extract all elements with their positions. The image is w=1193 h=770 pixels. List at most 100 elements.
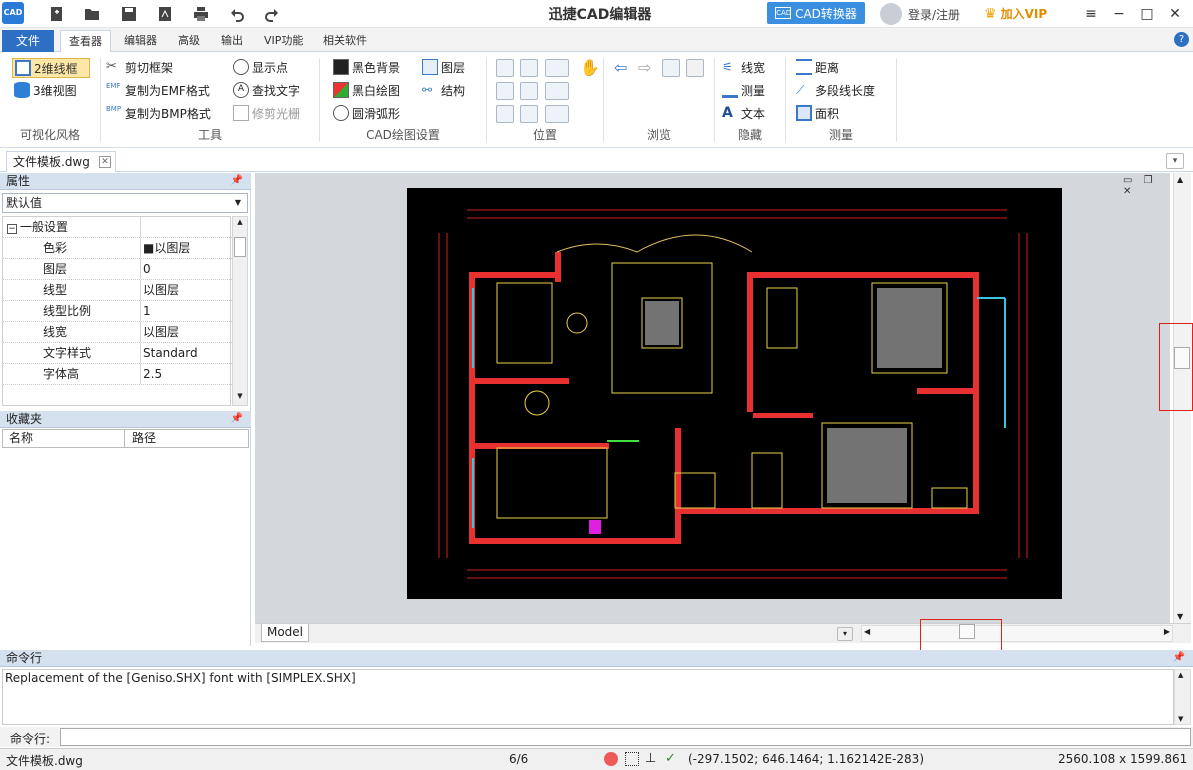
property-row[interactable]: 线型 以图层 bbox=[3, 280, 232, 301]
layers-button[interactable]: 图层 bbox=[422, 57, 465, 77]
tab-advanced[interactable]: 高级 bbox=[170, 30, 208, 52]
distance-button[interactable]: 距离 bbox=[796, 57, 839, 77]
minimize-icon[interactable]: − bbox=[1108, 3, 1130, 25]
property-value[interactable]: 2.5 bbox=[140, 364, 232, 384]
tab-output[interactable]: 输出 bbox=[213, 30, 251, 52]
copy-bmp-button[interactable]: BMP 复制为BMP格式 bbox=[106, 103, 211, 123]
chevron-down-icon[interactable]: ▾ bbox=[1166, 153, 1184, 169]
mdi-window-controls[interactable]: ▭ ❐ ✕ bbox=[1123, 175, 1170, 197]
property-value[interactable]: Standard bbox=[140, 343, 232, 363]
menu-icon[interactable]: ≡ bbox=[1080, 3, 1102, 25]
grid-icon[interactable] bbox=[625, 752, 639, 766]
pin-icon[interactable]: 📌 bbox=[1173, 650, 1185, 666]
property-row[interactable]: 字体高 2.5 bbox=[3, 364, 232, 385]
property-value[interactable]: 以图层 bbox=[140, 322, 232, 342]
zoom-window-icon[interactable] bbox=[496, 59, 514, 77]
undo-icon[interactable] bbox=[227, 4, 247, 24]
show-points-button[interactable]: 显示点 bbox=[233, 57, 288, 77]
close-icon[interactable]: ✕ bbox=[1164, 3, 1186, 25]
scroll-thumb[interactable] bbox=[234, 237, 246, 257]
bw-drawing-button[interactable]: 黑白绘图 bbox=[333, 80, 400, 100]
cad-drawing-viewport[interactable] bbox=[407, 188, 1062, 599]
view-3d-button[interactable]: 3维视图 bbox=[14, 80, 77, 100]
pin-icon[interactable]: 📌 bbox=[231, 173, 243, 189]
property-group-row[interactable]: − 一般设置 bbox=[3, 217, 232, 238]
command-output-scrollbar[interactable]: ▲ ▼ bbox=[1174, 669, 1191, 725]
trim-raster-button[interactable]: 修剪光栅 bbox=[233, 103, 300, 123]
clip-frame-button[interactable]: ✂ 剪切框架 bbox=[106, 57, 173, 77]
tab-vip[interactable]: VIP功能 bbox=[256, 30, 311, 52]
zoom-previous-icon[interactable] bbox=[520, 105, 538, 123]
join-vip-link[interactable]: ♛ 加入VIP bbox=[984, 5, 1047, 22]
cad-converter-button[interactable]: CAD CAD转换器 bbox=[767, 2, 865, 24]
open-folder-icon[interactable] bbox=[82, 4, 102, 24]
scroll-up-icon[interactable]: ▲ bbox=[1178, 671, 1183, 679]
scroll-up-icon[interactable]: ▲ bbox=[234, 218, 246, 230]
column-name-header[interactable]: 名称 bbox=[3, 430, 125, 448]
pin-icon[interactable]: 📌 bbox=[231, 411, 243, 427]
scroll-down-icon[interactable]: ▼ bbox=[234, 392, 246, 404]
area-button[interactable]: 面积 bbox=[796, 103, 839, 123]
property-value[interactable]: 0 bbox=[140, 259, 232, 279]
tab-related-software[interactable]: 相关软件 bbox=[315, 30, 375, 52]
property-row[interactable]: 文字样式 Standard bbox=[3, 343, 232, 364]
text-toggle-button[interactable]: A 文本 bbox=[722, 103, 765, 123]
orbit-dropdown-icon[interactable] bbox=[545, 105, 569, 123]
save-icon[interactable] bbox=[119, 4, 139, 24]
zoom-realtime-icon[interactable] bbox=[520, 59, 538, 77]
properties-scrollbar[interactable]: ▲ ▼ bbox=[232, 216, 248, 406]
properties-preset-select[interactable]: 默认值 ▼ bbox=[2, 193, 248, 213]
close-tab-icon[interactable]: ✕ bbox=[99, 156, 111, 168]
wireframe-2d-button[interactable]: 2维线框 bbox=[12, 58, 90, 78]
zoom-extents-icon[interactable] bbox=[496, 82, 514, 100]
scroll-left-icon[interactable]: ◀ bbox=[864, 627, 870, 636]
new-file-icon[interactable] bbox=[47, 4, 67, 24]
property-row[interactable]: 线型比例 1 bbox=[3, 301, 232, 322]
column-path-header[interactable]: 路径 bbox=[126, 430, 246, 448]
next-arrow-icon[interactable]: ⇨ bbox=[638, 58, 651, 77]
scroll-right-icon[interactable]: ▶ bbox=[1164, 627, 1170, 636]
scroll-down-icon[interactable]: ▼ bbox=[1177, 612, 1183, 621]
measure-toggle-button[interactable]: 测量 bbox=[722, 80, 765, 100]
polyline-length-button[interactable]: ⟋ 多段线长度 bbox=[796, 80, 875, 100]
ortho-icon[interactable]: ⊥ bbox=[645, 752, 659, 766]
user-avatar-icon[interactable] bbox=[880, 3, 902, 25]
browse-close-icon[interactable] bbox=[686, 59, 704, 77]
property-value[interactable]: ■以图层 bbox=[140, 238, 232, 258]
fit-drawing-icon[interactable] bbox=[520, 82, 538, 100]
model-tab[interactable]: Model bbox=[261, 624, 309, 642]
drawing-canvas-area[interactable]: ▭ ❐ ✕ bbox=[255, 173, 1170, 623]
previous-arrow-icon[interactable]: ⇦ bbox=[614, 58, 627, 77]
command-input[interactable] bbox=[60, 728, 1191, 746]
black-background-button[interactable]: 黑色背景 bbox=[333, 57, 400, 77]
copy-emf-button[interactable]: EMF 复制为EMF格式 bbox=[106, 80, 210, 100]
pdf-icon[interactable] bbox=[155, 4, 175, 24]
login-link[interactable]: 登录/注册 bbox=[908, 6, 960, 23]
tab-viewer[interactable]: 查看器 bbox=[60, 30, 111, 52]
line-width-button[interactable]: ⚟ 线宽 bbox=[722, 57, 765, 77]
scroll-down-icon[interactable]: ▼ bbox=[1178, 715, 1183, 723]
property-row[interactable]: 色彩 ■以图层 bbox=[3, 238, 232, 259]
polar-tracking-icon[interactable]: ✓ bbox=[665, 752, 679, 766]
find-text-button[interactable]: A 查找文字 bbox=[233, 80, 300, 100]
tab-editor[interactable]: 编辑器 bbox=[116, 30, 165, 52]
redo-icon[interactable] bbox=[262, 4, 282, 24]
browse-refresh-icon[interactable] bbox=[662, 59, 680, 77]
structure-button[interactable]: ⚯ 结构 bbox=[422, 80, 465, 100]
maximize-icon[interactable]: □ bbox=[1136, 3, 1158, 25]
print-icon[interactable] bbox=[191, 4, 211, 24]
property-row[interactable]: 线宽 以图层 bbox=[3, 322, 232, 343]
horizontal-scrollbar[interactable]: ◀ ▶ bbox=[861, 625, 1173, 642]
property-row[interactable]: 图层 0 bbox=[3, 259, 232, 280]
zoom-out-dropdown-icon[interactable] bbox=[545, 82, 569, 100]
snap-icon[interactable] bbox=[604, 752, 618, 766]
help-icon[interactable]: ? bbox=[1174, 32, 1189, 47]
tab-file[interactable]: 文件 bbox=[2, 30, 54, 52]
document-tab[interactable]: 文件模板.dwg ✕ bbox=[6, 151, 116, 172]
pan-hand-icon[interactable]: ✋ bbox=[580, 58, 600, 77]
property-value[interactable]: 以图层 bbox=[140, 280, 232, 300]
scroll-up-icon[interactable]: ▲ bbox=[1177, 175, 1183, 184]
rotate-icon[interactable] bbox=[496, 105, 514, 123]
chevron-down-icon[interactable]: ▾ bbox=[837, 627, 853, 641]
smooth-arc-button[interactable]: 圆滑弧形 bbox=[333, 103, 400, 123]
